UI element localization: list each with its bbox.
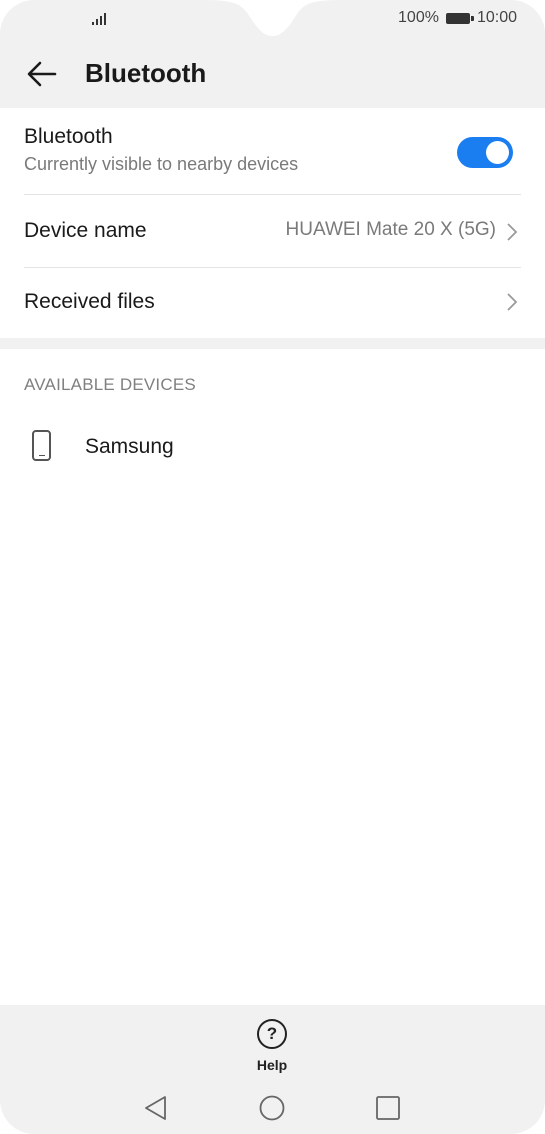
bluetooth-switch[interactable] <box>457 137 513 168</box>
nav-back-icon[interactable] <box>141 1093 171 1123</box>
bluetooth-row-subtitle: Currently visible to nearby devices <box>24 154 299 174</box>
bottom-bar: ? Help <box>0 1005 545 1134</box>
phone-icon <box>32 430 51 461</box>
help-label: Help <box>256 1057 288 1073</box>
bluetooth-row-title: Bluetooth <box>24 125 113 148</box>
divider <box>24 267 521 268</box>
chevron-right-icon <box>507 293 518 311</box>
back-button[interactable] <box>22 56 62 92</box>
battery-percent: 100% <box>398 9 439 26</box>
bluetooth-toggle-row[interactable]: Bluetooth Currently visible to nearby de… <box>24 125 521 175</box>
status-indicators: 100% 10:00 <box>398 9 517 27</box>
received-files-title: Received files <box>24 290 155 313</box>
page-title: Bluetooth <box>85 58 207 88</box>
help-button[interactable]: ? Help <box>242 1019 302 1081</box>
nav-home-icon[interactable] <box>257 1093 287 1123</box>
divider <box>24 194 521 195</box>
device-name-value: HUAWEI Mate 20 X (5G) <box>285 219 496 240</box>
header-bar: 100% 10:00 Bluetooth <box>0 0 545 108</box>
switch-knob <box>486 141 509 164</box>
received-files-row[interactable]: Received files <box>24 290 521 314</box>
device-list-item[interactable]: Samsung <box>24 425 521 471</box>
camera-notch <box>200 0 345 36</box>
help-icon: ? <box>257 1019 287 1049</box>
bluetooth-settings-screen: 100% 10:00 Bluetooth Bluetooth Currently… <box>0 0 545 1134</box>
chevron-right-icon <box>507 223 518 241</box>
nav-recents-icon[interactable] <box>373 1093 403 1123</box>
signal-icon <box>92 13 106 25</box>
section-separator <box>0 338 545 349</box>
clock: 10:00 <box>476 9 517 26</box>
device-name: Samsung <box>85 435 174 458</box>
battery-icon <box>445 12 474 24</box>
available-devices-header: AVAILABLE DEVICES <box>24 375 196 394</box>
back-arrow-icon <box>27 61 57 87</box>
